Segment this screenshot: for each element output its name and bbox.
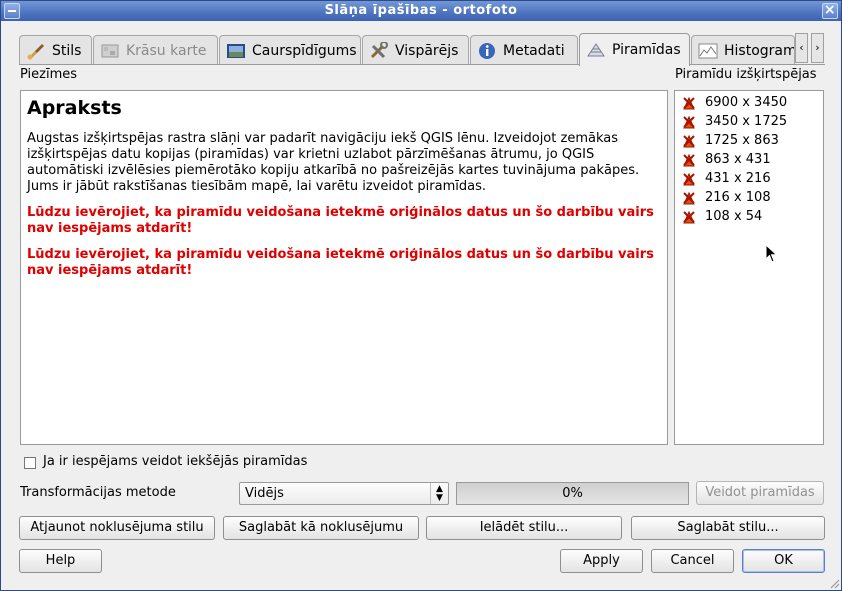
tools-icon	[369, 40, 389, 60]
notes-label: Piezīmes	[20, 67, 78, 82]
resolution-item[interactable]: 108 x 54	[681, 207, 817, 226]
apply-button[interactable]: Apply	[560, 549, 643, 573]
resolution-label: 6900 x 3450	[705, 95, 788, 110]
histogram-icon	[698, 42, 718, 60]
notes-warning: Lūdzu ievērojiet, ka piramīdu veidošana …	[27, 205, 654, 236]
build-progress-bar: 0%	[456, 482, 689, 505]
ok-button[interactable]: OK	[742, 549, 825, 573]
resolution-item[interactable]: 216 x 108	[681, 188, 817, 207]
pyramid-missing-icon	[683, 115, 695, 128]
tab-stils[interactable]: Stils	[19, 35, 92, 65]
help-button[interactable]: Help	[19, 549, 102, 573]
notes-heading: Apraksts	[27, 97, 122, 119]
notes-warning: Lūdzu ievērojiet, ka piramīdu veidošana …	[27, 247, 654, 278]
notes-text-area[interactable]: Apraksts Augstas izšķirtspējas rastra sl…	[20, 90, 668, 445]
pyramid-missing-icon	[683, 191, 695, 204]
resolution-item[interactable]: 1725 x 863	[681, 131, 817, 150]
pyramid-missing-icon	[683, 96, 695, 109]
save-as-default-button[interactable]: Saglabāt kā noklusējumu	[223, 516, 419, 540]
pyramid-missing-icon	[683, 153, 695, 166]
resolutions-label: Piramīdu izšķirtspējas	[675, 67, 817, 82]
tab-stils-label: Stils	[52, 42, 82, 59]
resolution-label: 863 x 431	[705, 152, 771, 167]
notes-paragraph: Augstas izšķirtspējas rastra slāņi var p…	[27, 131, 640, 194]
pyramid-missing-icon	[683, 172, 695, 185]
internal-pyramids-label: Ja ir iespējams veidot iekšējās piramīda…	[43, 454, 308, 469]
tab-piramidas[interactable]: Piramīdas	[579, 33, 690, 66]
window-menu-icon[interactable]	[4, 3, 20, 19]
load-style-button[interactable]: Ielādēt stilu...	[426, 516, 622, 540]
pyramid-missing-icon	[683, 210, 695, 223]
transform-method-label: Transformācijas metode	[20, 485, 176, 500]
close-button[interactable]: ×	[822, 3, 838, 19]
tab-metadati-label: Metadati	[503, 42, 565, 59]
info-icon	[477, 42, 497, 60]
layer-properties-dialog: Slāņa īpašības - ortofoto × Stils Krāsu …	[0, 0, 842, 591]
tab-krasu-karte-label: Krāsu karte	[126, 42, 207, 59]
transform-method-select[interactable]: Vidējs ▲ ▼	[239, 482, 449, 505]
mouse-cursor-icon	[765, 244, 778, 263]
resolution-label: 108 x 54	[705, 209, 763, 224]
transform-method-value: Vidējs	[245, 486, 284, 501]
window-title: Slāņa īpašības - ortofoto	[324, 3, 518, 18]
tab-metadati[interactable]: Metadati	[470, 35, 578, 65]
cancel-button[interactable]: Cancel	[651, 549, 734, 573]
colormap-icon	[100, 42, 120, 60]
transparency-icon	[226, 42, 246, 60]
resolution-item[interactable]: 863 x 431	[681, 150, 817, 169]
build-pyramids-button[interactable]: Veidot piramīdas	[696, 481, 824, 505]
resolution-label: 1725 x 863	[705, 133, 779, 148]
chevron-updown-icon: ▲ ▼	[430, 483, 448, 504]
progress-text: 0%	[562, 486, 583, 501]
tab-visparejs[interactable]: Vispārējs	[362, 35, 469, 65]
internal-pyramids-checkbox[interactable]	[24, 457, 36, 469]
resize-grip-icon[interactable]	[828, 577, 840, 589]
resolutions-list[interactable]: 6900 x 3450 3450 x 1725 1725 x 863 863 x 43…	[674, 90, 824, 445]
resolution-label: 3450 x 1725	[705, 114, 788, 129]
brush-icon	[26, 42, 46, 60]
tab-piramidas-label: Piramīdas	[612, 42, 681, 58]
title-bar[interactable]: Slāņa īpašības - ortofoto ×	[1, 1, 841, 21]
resolution-label: 431 x 216	[705, 171, 771, 186]
resolution-item[interactable]: 6900 x 3450	[681, 93, 817, 112]
tab-visparejs-label: Vispārējs	[395, 42, 459, 59]
tab-scroll-right-button[interactable]: ›	[811, 33, 824, 63]
tab-histogram-label: Histogram	[724, 42, 795, 59]
save-style-button[interactable]: Saglabāt stilu...	[631, 516, 825, 540]
tab-caurspidigums[interactable]: Caurspīdīgums	[219, 35, 361, 65]
tab-histogram[interactable]: Histogram	[691, 35, 795, 65]
pyramid-icon	[586, 41, 606, 59]
resolution-label: 216 x 108	[705, 190, 771, 205]
tab-bar: Stils Krāsu karte Caurspīdīgums Vispārēj…	[19, 33, 825, 66]
resolution-item[interactable]: 431 x 216	[681, 169, 817, 188]
restore-default-style-button[interactable]: Atjaunot noklusējuma stilu	[19, 516, 215, 540]
tab-caurspidigums-label: Caurspīdīgums	[252, 42, 357, 59]
tab-krasu-karte[interactable]: Krāsu karte	[93, 35, 218, 65]
pyramid-missing-icon	[683, 134, 695, 147]
tab-scroll-left-button[interactable]: ‹	[795, 33, 808, 63]
resolution-item[interactable]: 3450 x 1725	[681, 112, 817, 131]
